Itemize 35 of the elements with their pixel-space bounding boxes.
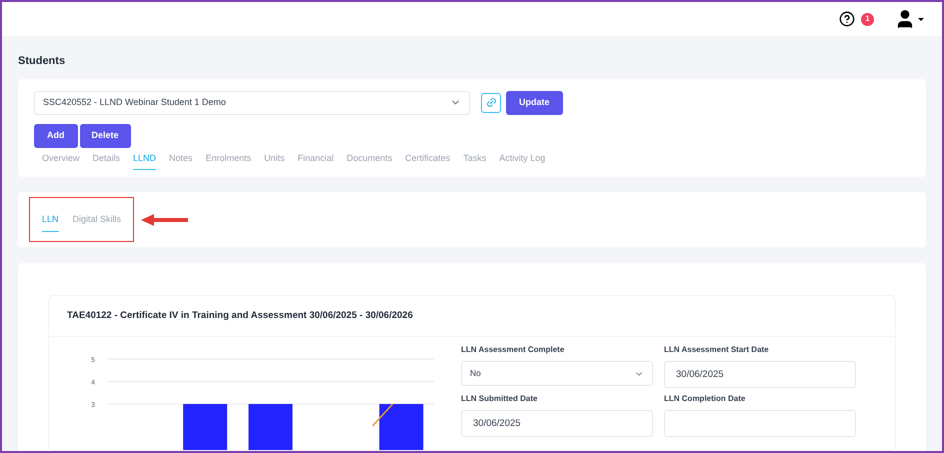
notification-badge: 1 — [861, 12, 874, 26]
sub-tab[interactable]: LLN — [42, 213, 59, 232]
tab[interactable]: Financial — [298, 152, 334, 170]
course-title: TAE40122 - Certificate IV in Training and Assessment 30/06/2025 - 30/06/2026 — [49, 296, 895, 338]
bar — [183, 404, 228, 450]
update-button[interactable]: Update — [506, 90, 563, 114]
tab[interactable]: Enrolments — [206, 152, 252, 170]
bar — [379, 404, 424, 450]
date-field[interactable]: 30/06/2025 — [461, 410, 653, 438]
link-button[interactable] — [481, 92, 501, 112]
add-button[interactable]: Add — [34, 124, 78, 148]
page-title: Students — [18, 54, 66, 69]
tab[interactable]: Certificates — [405, 152, 450, 170]
select-field[interactable]: No — [461, 361, 653, 386]
field-label: LLN Submitted Date — [461, 393, 538, 406]
help-icon[interactable] — [839, 11, 855, 27]
arrow-annotation — [140, 212, 190, 226]
sub-tab[interactable]: Digital Skills — [72, 213, 122, 232]
tab[interactable]: Tasks — [463, 152, 486, 170]
tab[interactable]: LLND — [133, 152, 156, 170]
tab[interactable]: Documents — [346, 152, 392, 170]
tab[interactable]: Details — [92, 152, 120, 170]
tab[interactable]: Units — [264, 152, 285, 170]
delete-button[interactable]: Delete — [80, 124, 131, 148]
student-select[interactable]: SSC420552 - LLND Webinar Student 1 Demo — [34, 90, 470, 114]
field-label: LLN Completion Date — [664, 393, 746, 406]
field-label: LLN Assessment Complete — [461, 344, 566, 356]
field-label: LLN Assessment Start Date — [664, 344, 770, 356]
tab[interactable]: Overview — [42, 152, 80, 170]
trend-line — [372, 404, 394, 427]
bar — [248, 404, 292, 450]
tab[interactable]: Activity Log — [499, 152, 546, 170]
tab[interactable]: Notes — [169, 152, 193, 170]
date-field[interactable]: 30/06/2025 — [664, 361, 856, 388]
date-field[interactable] — [664, 410, 856, 438]
